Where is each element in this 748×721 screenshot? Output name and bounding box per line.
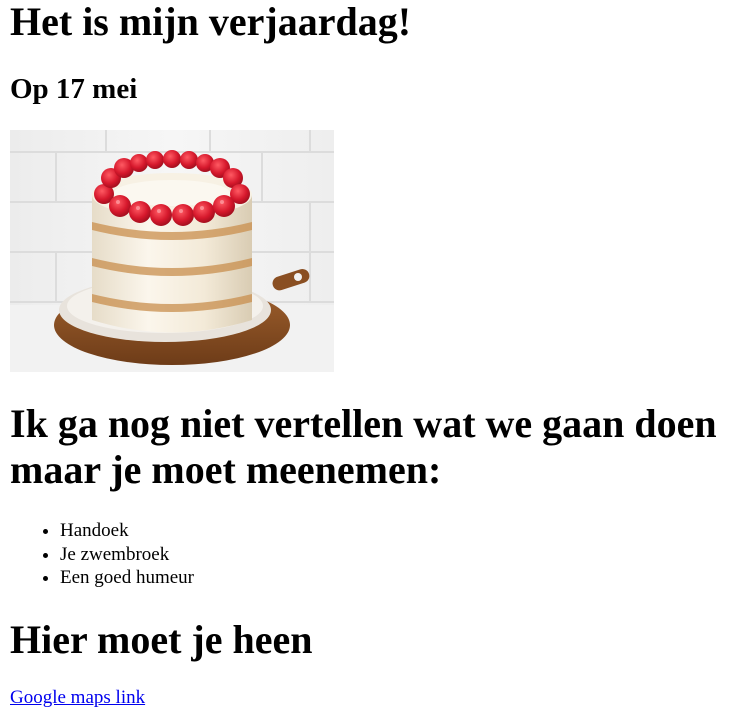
route-heading: Hier moet je heen (10, 617, 313, 662)
bring-list: Handoek Je zwembroek Een goed humeur (0, 519, 194, 590)
list-item: Je zwembroek (60, 543, 194, 567)
list-item: Handoek (60, 519, 194, 543)
google-maps-link[interactable]: Google maps link (10, 687, 145, 709)
list-item: Een goed humeur (60, 566, 194, 590)
cake-image (10, 130, 334, 372)
page-title: Het is mijn verjaardag! (10, 0, 412, 44)
date-heading: Op 17 mei (10, 73, 138, 105)
intro-heading: Ik ga nog niet vertellen wat we gaan doe… (10, 401, 717, 492)
